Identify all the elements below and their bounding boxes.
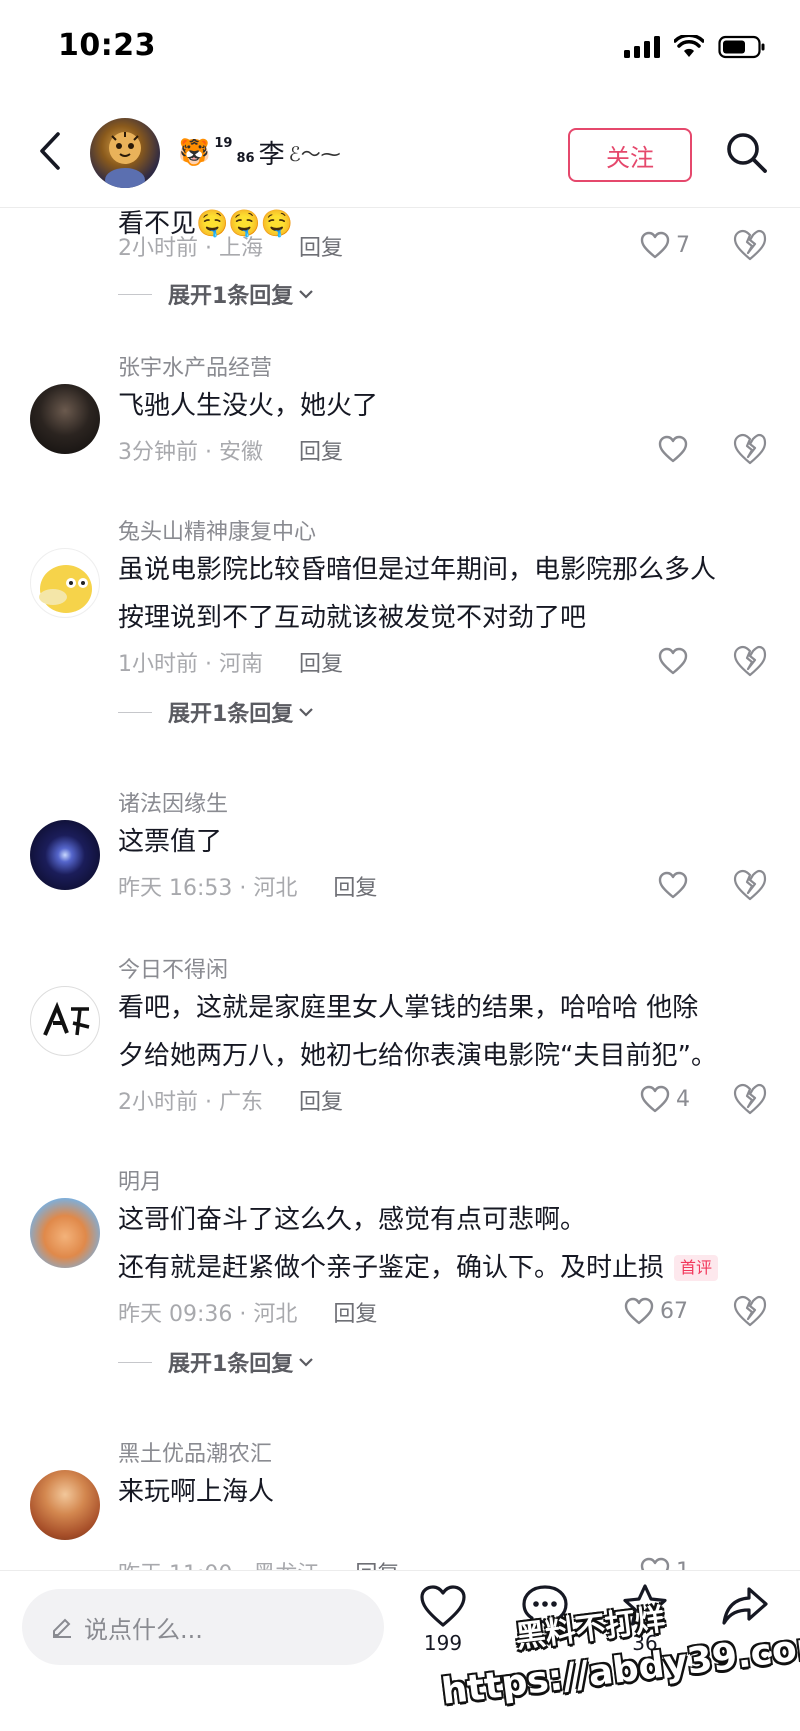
tiger-avatar-image xyxy=(105,132,145,188)
like-action[interactable]: 199 xyxy=(410,1583,476,1655)
like-button[interactable] xyxy=(658,432,688,466)
calligraphy-avatar-image xyxy=(43,1001,90,1036)
like-button[interactable]: 7 xyxy=(640,228,690,262)
cellular-signal-icon xyxy=(624,36,660,58)
expand-replies-button[interactable]: 展开1条回复 xyxy=(118,696,315,728)
heart-icon xyxy=(658,871,688,899)
heart-icon xyxy=(640,1085,670,1113)
name-superscript: 19 xyxy=(214,136,233,151)
commenter-name[interactable]: 明月 xyxy=(118,1164,162,1196)
heart-icon xyxy=(640,1557,670,1570)
comment-meta: 昨天 11:00 · 黑龙江 回复 xyxy=(118,1556,399,1570)
comment-text: 飞驰人生没火，她火了 xyxy=(118,391,379,421)
reply-button[interactable]: 回复 xyxy=(299,434,343,466)
commenter-name[interactable]: 诸法因缘生 xyxy=(118,786,228,818)
comment-text-line: 夕给她两万八，她初七给你表演电影院“夫目前犯”。 xyxy=(118,1041,717,1071)
dislike-icon[interactable] xyxy=(733,1082,767,1116)
reply-button[interactable]: 回复 xyxy=(299,230,343,262)
header-avatar[interactable] xyxy=(90,118,160,188)
tiger-emoji: 🐯 xyxy=(178,137,211,168)
commenter-avatar[interactable] xyxy=(30,384,100,454)
like-button[interactable]: 4 xyxy=(640,1082,690,1116)
comment-text-line: 看吧，这就是家庭里女人掌钱的结果，哈哈哈 他除 xyxy=(118,993,699,1023)
comment-input[interactable]: 说点什么... xyxy=(22,1589,384,1665)
bottom-action-bar: 说点什么... 199 36 xyxy=(0,1570,800,1731)
dislike-icon[interactable] xyxy=(733,868,767,902)
comment-text-line: 这哥们奋斗了这么久，感觉有点可悲啊。 xyxy=(118,1205,587,1235)
comment-meta: 2小时前 · 广东 回复 xyxy=(118,1084,343,1116)
dislike-icon[interactable] xyxy=(733,228,767,262)
heart-icon xyxy=(658,435,688,463)
favorite-count: 36 xyxy=(632,1631,658,1655)
comment-action[interactable] xyxy=(512,1583,578,1629)
pencil-icon xyxy=(53,1618,71,1638)
chevron-down-icon xyxy=(299,1358,314,1367)
expand-replies-button[interactable]: 展开1条回复 xyxy=(118,278,315,310)
commenter-avatar[interactable] xyxy=(30,1198,100,1268)
comment-text-line: 还有就是赶紧做个亲子鉴定，确认下。及时止损 首评 xyxy=(118,1244,719,1292)
comment-text: 来玩啊上海人 xyxy=(118,1477,275,1507)
share-action[interactable] xyxy=(712,1583,778,1629)
like-button[interactable] xyxy=(658,868,688,902)
commenter-avatar[interactable] xyxy=(30,986,100,1056)
wifi-icon xyxy=(674,35,704,57)
commenter-name[interactable]: 今日不得闲 xyxy=(118,952,228,984)
comment-text: 这票值了 xyxy=(118,827,223,857)
search-icon[interactable] xyxy=(724,130,770,176)
reply-button[interactable]: 回复 xyxy=(333,870,377,902)
profile-name[interactable]: 🐯 19 86 李 ℰ〜⁓ xyxy=(178,134,341,171)
comment-list[interactable]: 看不见🤤🤤🤤 2小时前 · 上海 回复 7 展开1条回复 张宇水产品经营 飞驰人… xyxy=(0,208,800,1570)
psyduck-avatar-image xyxy=(39,565,92,613)
status-bar: 10:23 xyxy=(0,0,800,96)
name-decoration: ℰ〜⁓ xyxy=(288,142,341,166)
commenter-name[interactable]: 兔头山精神康复中心 xyxy=(118,514,316,546)
dislike-icon[interactable] xyxy=(733,1294,767,1328)
reply-button[interactable]: 回复 xyxy=(299,646,343,678)
comment-meta: 昨天 16:53 · 河北 回复 xyxy=(118,870,377,902)
like-button[interactable]: 1 xyxy=(640,1554,690,1570)
expand-replies-button[interactable]: 展开1条回复 xyxy=(118,1346,315,1378)
commenter-avatar[interactable] xyxy=(30,548,100,618)
heart-icon xyxy=(420,1585,466,1627)
back-arrow-icon[interactable] xyxy=(30,126,70,176)
reply-button[interactable]: 回复 xyxy=(333,1296,377,1328)
like-button[interactable] xyxy=(658,644,688,678)
comment-meta: 1小时前 · 河南 回复 xyxy=(118,646,343,678)
dislike-icon[interactable] xyxy=(733,432,767,466)
follow-button[interactable]: 关注 xyxy=(568,128,692,182)
share-arrow-icon xyxy=(722,1587,768,1625)
heart-icon xyxy=(658,647,688,675)
commenter-avatar[interactable] xyxy=(30,820,100,890)
like-count: 199 xyxy=(423,1631,463,1655)
input-placeholder: 说点什么... xyxy=(84,1615,203,1644)
profile-header: 🐯 19 86 李 ℰ〜⁓ 关注 xyxy=(0,96,800,208)
heart-icon xyxy=(640,231,670,259)
first-comment-badge: 首评 xyxy=(674,1255,719,1281)
comment-meta: 昨天 09:36 · 河北 回复 xyxy=(118,1296,377,1328)
reply-button[interactable]: 回复 xyxy=(299,1084,343,1116)
name-subscript: 86 xyxy=(236,151,255,166)
comment-text-line: 虽说电影院比较昏暗但是过年期间，电影院那么多人 xyxy=(118,555,717,585)
comment-text-line: 按理说到不了互动就该被发觉不对劲了吧 xyxy=(118,603,587,633)
status-icons xyxy=(624,34,766,60)
dislike-icon[interactable] xyxy=(733,644,767,678)
star-icon xyxy=(623,1584,667,1626)
heart-icon xyxy=(624,1297,654,1325)
name-text: 李 xyxy=(258,140,285,170)
like-button[interactable]: 67 xyxy=(624,1294,688,1328)
comment-meta: 2小时前 · 上海 回复 xyxy=(118,230,343,262)
chevron-down-icon xyxy=(299,290,314,299)
favorite-action[interactable]: 36 xyxy=(612,1583,678,1655)
commenter-name[interactable]: 黑土优品潮农汇 xyxy=(118,1436,272,1468)
status-time: 10:23 xyxy=(58,28,156,63)
commenter-name[interactable]: 张宇水产品经营 xyxy=(118,350,272,382)
chevron-down-icon xyxy=(299,708,314,717)
comment-meta: 3分钟前 · 安徽 回复 xyxy=(118,434,343,466)
reply-button[interactable]: 回复 xyxy=(355,1556,399,1570)
commenter-avatar[interactable] xyxy=(30,1470,100,1540)
battery-icon xyxy=(718,35,765,59)
comment-bubble-icon xyxy=(522,1585,568,1627)
